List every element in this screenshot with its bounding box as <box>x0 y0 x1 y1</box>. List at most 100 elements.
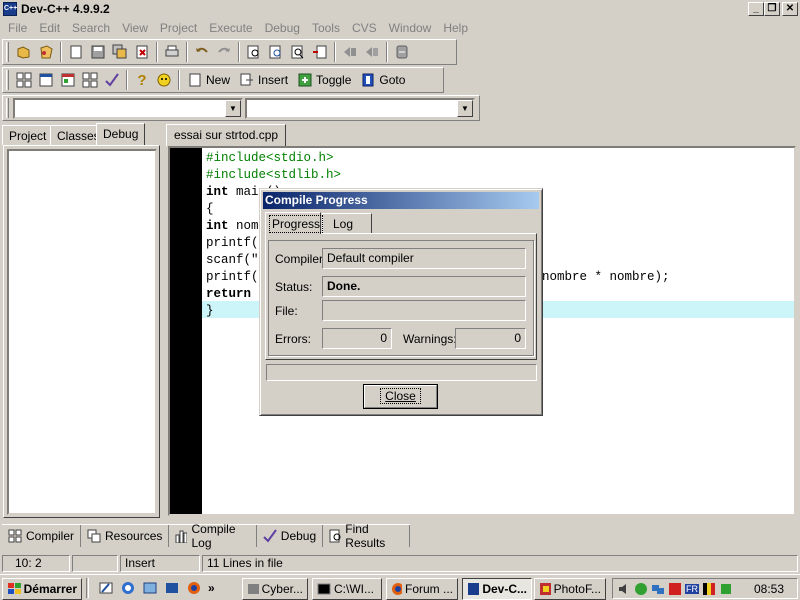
media-player-icon[interactable] <box>164 580 180 596</box>
menu-file[interactable]: File <box>2 21 33 35</box>
restore-button[interactable]: ❐ <box>764 2 780 16</box>
security-icon[interactable] <box>668 582 682 596</box>
menu-tools[interactable]: Tools <box>306 21 346 35</box>
save-icon[interactable] <box>87 41 109 63</box>
compile-run-icon[interactable] <box>57 69 79 91</box>
menu-debug[interactable]: Debug <box>259 21 306 35</box>
redo-icon[interactable] <box>213 41 235 63</box>
dialog-title[interactable]: Compile Progress <box>263 192 539 209</box>
menu-project[interactable]: Project <box>154 21 203 35</box>
update-icon[interactable] <box>719 582 733 596</box>
undo-icon[interactable] <box>191 41 213 63</box>
open-project-icon[interactable] <box>13 41 35 63</box>
photofiltre-icon <box>540 583 551 595</box>
debug-tree-view[interactable] <box>7 149 157 515</box>
about-icon[interactable] <box>153 69 175 91</box>
outlook-express-icon[interactable] <box>142 580 158 596</box>
menu-window[interactable]: Window <box>383 21 438 35</box>
system-tray: FR 08:53 <box>612 578 798 599</box>
task-photofiltre[interactable]: PhotoF... <box>534 578 606 600</box>
tab-debug[interactable]: Debug <box>96 123 146 145</box>
status-field: Done. <box>322 276 526 297</box>
toggle-bookmark-icon <box>298 73 312 87</box>
help-icon[interactable]: ? <box>131 69 153 91</box>
compile-icon[interactable] <box>13 69 35 91</box>
find-icon[interactable] <box>243 41 265 63</box>
debug-check-icon[interactable] <box>101 69 123 91</box>
close-window-button[interactable]: ✕ <box>782 2 798 16</box>
firefox-icon[interactable] <box>186 580 202 596</box>
compile-log-icon <box>175 530 188 543</box>
clock: 08:53 <box>754 581 785 596</box>
quick-launch-more[interactable]: » <box>208 581 215 595</box>
main-toolbar <box>2 39 457 65</box>
toolbar-grip[interactable] <box>6 42 9 62</box>
tab-project[interactable]: Project <box>2 125 54 145</box>
print-icon[interactable] <box>161 41 183 63</box>
save-all-icon[interactable] <box>109 41 131 63</box>
task-forum[interactable]: Forum ... <box>386 578 458 600</box>
goto-button[interactable]: Goto <box>356 69 410 91</box>
close-file-icon[interactable] <box>131 41 153 63</box>
task-dev-cpp[interactable]: Dev-C... <box>462 578 532 600</box>
goto-line-icon[interactable] <box>309 41 331 63</box>
line-gutter <box>170 148 202 514</box>
tab-compiler[interactable]: Compiler <box>2 525 82 547</box>
task-c-windows[interactable]: C:\WI... <box>312 578 382 600</box>
tab-compile-log[interactable]: Compile Log <box>169 522 257 550</box>
menu-edit[interactable]: Edit <box>33 21 66 35</box>
toolbar-grip[interactable] <box>6 70 9 90</box>
antivirus-icon[interactable] <box>634 582 648 596</box>
chevron-down-icon[interactable]: ▼ <box>457 99 473 117</box>
flag-icon[interactable] <box>702 582 716 596</box>
tab-log[interactable]: Log <box>322 213 372 233</box>
show-desktop-icon[interactable] <box>98 580 114 596</box>
title-bar[interactable]: C++ Dev-C++ 4.9.9.2 _ ❐ ✕ <box>0 0 800 18</box>
menu-bar: File Edit Search View Project Execute De… <box>0 19 800 37</box>
new-page-icon <box>188 73 202 87</box>
run-icon[interactable] <box>35 69 57 91</box>
bottom-tabs: Compiler Resources Compile Log Debug Fin… <box>2 522 410 550</box>
add-to-project-icon[interactable] <box>339 41 361 63</box>
rebuild-all-icon[interactable] <box>79 69 101 91</box>
find-next-icon[interactable] <box>287 41 309 63</box>
tab-progress[interactable]: Progress <box>265 212 324 234</box>
menu-view[interactable]: View <box>116 21 154 35</box>
volume-icon[interactable] <box>617 582 631 596</box>
toolbar-grip[interactable] <box>6 98 9 118</box>
tab-debug-bottom[interactable]: Debug <box>257 525 324 547</box>
network-icon[interactable] <box>651 582 665 596</box>
chevron-down-icon[interactable]: ▼ <box>225 99 241 117</box>
window-title: Dev-C++ 4.9.9.2 <box>21 2 110 16</box>
menu-cvs[interactable]: CVS <box>346 21 383 35</box>
code-line-6: printf( <box>206 236 259 250</box>
class-browser-toolbar: ▼ ▼ <box>2 95 480 121</box>
project-options-icon[interactable] <box>391 41 413 63</box>
remove-from-project-icon[interactable] <box>361 41 383 63</box>
taskbar: Démarrer » Cyber... C:\WI... Forum ... D… <box>0 574 800 600</box>
compiler-icon <box>8 529 22 543</box>
toggle-button[interactable]: Toggle <box>293 69 356 91</box>
editor-tabbar: essai sur strtod.cpp <box>166 122 800 146</box>
open-file-icon[interactable] <box>35 41 57 63</box>
new-button[interactable]: New <box>183 69 235 91</box>
menu-search[interactable]: Search <box>66 21 116 35</box>
class-select[interactable]: ▼ <box>13 97 243 119</box>
task-cyber[interactable]: Cyber... <box>242 578 308 600</box>
tab-resources[interactable]: Resources <box>81 525 170 547</box>
close-button[interactable]: Close <box>363 384 438 409</box>
menu-execute[interactable]: Execute <box>203 21 258 35</box>
start-button[interactable]: Démarrer <box>2 578 82 600</box>
internet-explorer-icon[interactable] <box>120 580 136 596</box>
language-indicator[interactable]: FR <box>685 583 699 594</box>
replace-icon[interactable] <box>265 41 287 63</box>
member-select[interactable]: ▼ <box>245 97 475 119</box>
new-file-icon[interactable] <box>65 41 87 63</box>
insert-button[interactable]: Insert <box>235 69 293 91</box>
tab-find-results[interactable]: Find Results <box>323 522 410 550</box>
menu-help[interactable]: Help <box>437 21 474 35</box>
minimize-button[interactable]: _ <box>748 2 764 16</box>
tab-essai-sur-strtod[interactable]: essai sur strtod.cpp <box>166 124 287 146</box>
code-line-10: } <box>206 304 214 318</box>
left-panel <box>3 145 160 518</box>
